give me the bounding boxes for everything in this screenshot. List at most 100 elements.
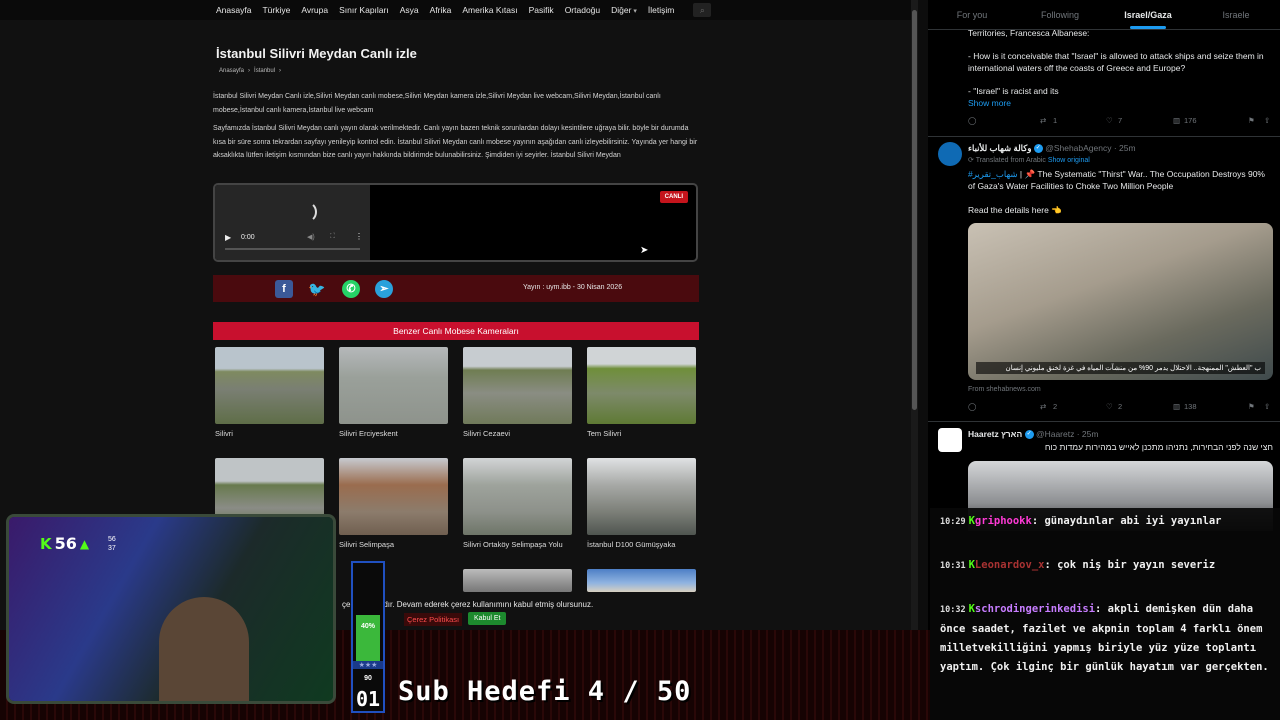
camera-label[interactable]: Tem Silivri	[587, 429, 697, 438]
views-icon[interactable]: ▥	[1173, 116, 1180, 125]
camera-label[interactable]: Silivri Ortaköy Selimpaşa Yolu	[463, 540, 573, 549]
nav-item-pasifik[interactable]: Pasifik	[529, 5, 554, 15]
star-icon: ★★★	[353, 661, 383, 669]
camera-label[interactable]: Silivri Erciyeskent	[339, 429, 449, 438]
chat-message: 10:32 Kschrodingerinkedisi: akpli demişke…	[940, 600, 1270, 677]
camera-card[interactable]: Silivri Erciyeskent	[339, 347, 449, 438]
nav-item-asya[interactable]: Asya	[400, 5, 419, 15]
chat-username[interactable]: griphookk	[975, 515, 1032, 527]
author-name[interactable]: وكالة شهاب للأنباء	[968, 143, 1031, 153]
camera-thumbnail[interactable]	[339, 458, 448, 535]
avatar[interactable]	[938, 142, 962, 166]
cookie-accept-button[interactable]: Kabul Et	[468, 612, 507, 625]
nav-item-iletisim[interactable]: İletişim	[648, 5, 674, 15]
camera-label[interactable]: Silivri Selimpaşa	[339, 540, 449, 549]
camera-thumbnail[interactable]	[463, 347, 572, 424]
repost-count: 1	[1053, 116, 1058, 125]
chat-timestamp: 10:29	[940, 517, 966, 527]
nav-item-turkiye[interactable]: Türkiye	[262, 5, 290, 15]
camera-thumbnail[interactable]	[587, 347, 696, 424]
camera-card[interactable]: Silivri	[215, 347, 325, 438]
tweet-separator	[928, 421, 1280, 422]
verified-icon: ✓	[1024, 430, 1034, 440]
bookmark-icon[interactable]: ⚑	[1248, 402, 1255, 411]
tab-for-you[interactable]: For you	[928, 0, 1016, 29]
video-progress-bar[interactable]	[225, 248, 360, 250]
arrow-up-icon: ▲	[79, 536, 90, 551]
goal-percent: 40%	[360, 623, 375, 630]
tweet-text: - "Israel" is racist and its	[968, 86, 1059, 96]
volume-icon[interactable]: ◀)	[307, 233, 315, 241]
camera-card[interactable]	[463, 569, 573, 592]
image-caption: ب "العطش" الممنهجة.. الاحتلال يدمر 90% م…	[976, 362, 1265, 374]
reply-icon[interactable]: ◯	[968, 116, 976, 125]
tweet-image[interactable]: ب "العطش" الممنهجة.. الاحتلال يدمر 90% م…	[968, 223, 1273, 380]
camera-label[interactable]: İstanbul D100 Gümüşyaka	[587, 540, 697, 549]
description-paragraph: Sayfamızda İstanbul Silivri Meydan canlı…	[213, 125, 698, 159]
camera-thumbnail[interactable]	[463, 458, 572, 535]
chat-username[interactable]: Leonardov_x	[975, 559, 1045, 571]
camera-label[interactable]: Silivri	[215, 429, 325, 438]
twitter-icon[interactable]: 🐦	[308, 280, 326, 298]
share-icon[interactable]: ⇧	[1264, 402, 1270, 411]
camera-thumbnail[interactable]	[215, 347, 324, 424]
camera-thumbnail[interactable]	[587, 569, 696, 592]
tab-israel-gaza[interactable]: Israel/Gaza	[1104, 0, 1192, 29]
broadcast-date: Yayın : uym.ibb - 30 Nisan 2026	[523, 284, 623, 291]
camera-card[interactable]	[587, 569, 697, 592]
sub-goal-text: Sub Hedefi 4 / 50	[398, 676, 692, 707]
like-icon[interactable]: ♡	[1106, 402, 1113, 411]
views-icon[interactable]: ▥	[1173, 402, 1180, 411]
nav-item-avrupa[interactable]: Avrupa	[301, 5, 328, 15]
link-source[interactable]: From shehabnews.com	[968, 384, 1041, 396]
stat-top: 56	[108, 536, 116, 543]
nav-item-ortadogu[interactable]: Ortadoğu	[565, 5, 600, 15]
nav-item-afrika[interactable]: Afrika	[430, 5, 452, 15]
search-icon[interactable]: ⌕	[693, 3, 712, 17]
facebook-icon[interactable]: f	[275, 280, 293, 298]
tab-following[interactable]: Following	[1016, 0, 1104, 29]
hashtag-link[interactable]: #شهاب_تقرير	[968, 169, 1018, 179]
reply-icon[interactable]: ◯	[968, 402, 976, 411]
camera-label[interactable]: Silivri Cezaevi	[463, 429, 573, 438]
fullscreen-icon[interactable]: ⛶	[330, 233, 335, 241]
camera-thumbnail[interactable]	[587, 458, 696, 535]
chat-username[interactable]: schrodingerinkedisi	[975, 603, 1095, 615]
author-handle[interactable]: @ShehabAgency · 25m	[1045, 143, 1135, 153]
like-icon[interactable]: ♡	[1106, 116, 1113, 125]
avatar[interactable]	[938, 428, 962, 452]
scrollbar-thumb[interactable]	[912, 10, 917, 410]
play-icon[interactable]: ▶	[225, 233, 231, 242]
scrollbar[interactable]	[911, 0, 918, 630]
show-more-link[interactable]: Show more	[968, 97, 1011, 109]
author-name[interactable]: Haaretz הארץ	[968, 429, 1022, 439]
breadcrumb-istanbul[interactable]: İstanbul	[254, 68, 275, 74]
camera-thumbnail[interactable]	[339, 347, 448, 424]
whatsapp-icon[interactable]: ✆	[342, 280, 360, 298]
camera-thumbnail[interactable]	[463, 569, 572, 592]
nav-item-diger[interactable]: Diğer	[611, 5, 637, 15]
telegram-icon[interactable]: ➢	[375, 280, 393, 298]
bookmark-icon[interactable]: ⚑	[1248, 116, 1255, 125]
nav-item-anasayfa[interactable]: Anasayfa	[216, 5, 251, 15]
camera-card[interactable]: Silivri Cezaevi	[463, 347, 573, 438]
video-player[interactable]: ▶ 0:00 ◀) ⛶ ⋮ CANLI	[213, 183, 698, 262]
repost-icon[interactable]: ⇄	[1040, 402, 1046, 411]
tab-israele[interactable]: Israele	[1192, 0, 1280, 29]
nav-item-sinir-kapilari[interactable]: Sınır Kapıları	[339, 5, 389, 15]
repost-icon[interactable]: ⇄	[1040, 116, 1046, 125]
camera-card[interactable]: Tem Silivri	[587, 347, 697, 438]
camera-card[interactable]: Silivri Ortaköy Selimpaşa Yolu	[463, 458, 573, 549]
share-icon[interactable]: ⇧	[1264, 116, 1270, 125]
camera-card[interactable]: İstanbul D100 Gümüşyaka	[587, 458, 697, 549]
nav-item-amerika[interactable]: Amerika Kıtası	[462, 5, 517, 15]
camera-card[interactable]: Silivri Selimpaşa	[339, 458, 449, 549]
chat-message: 10:29 Kgriphookk: günaydınlar abi iyi yay…	[940, 512, 1270, 532]
show-original-link[interactable]: Show original	[1048, 157, 1090, 164]
cookie-policy-link[interactable]: Çerez Politikası	[404, 613, 463, 626]
sub-goal-meter: 40% ★★★ 90 01	[351, 561, 385, 713]
breadcrumb-home[interactable]: Anasayfa	[219, 68, 244, 74]
author-handle[interactable]: @Haaretz · 25m	[1036, 429, 1098, 439]
tweet-actions: ◯ ⇄ 2 ♡ 2 ▥ 138 ⚑ ⇧	[968, 402, 1270, 414]
more-options-icon[interactable]: ⋮	[355, 232, 363, 241]
